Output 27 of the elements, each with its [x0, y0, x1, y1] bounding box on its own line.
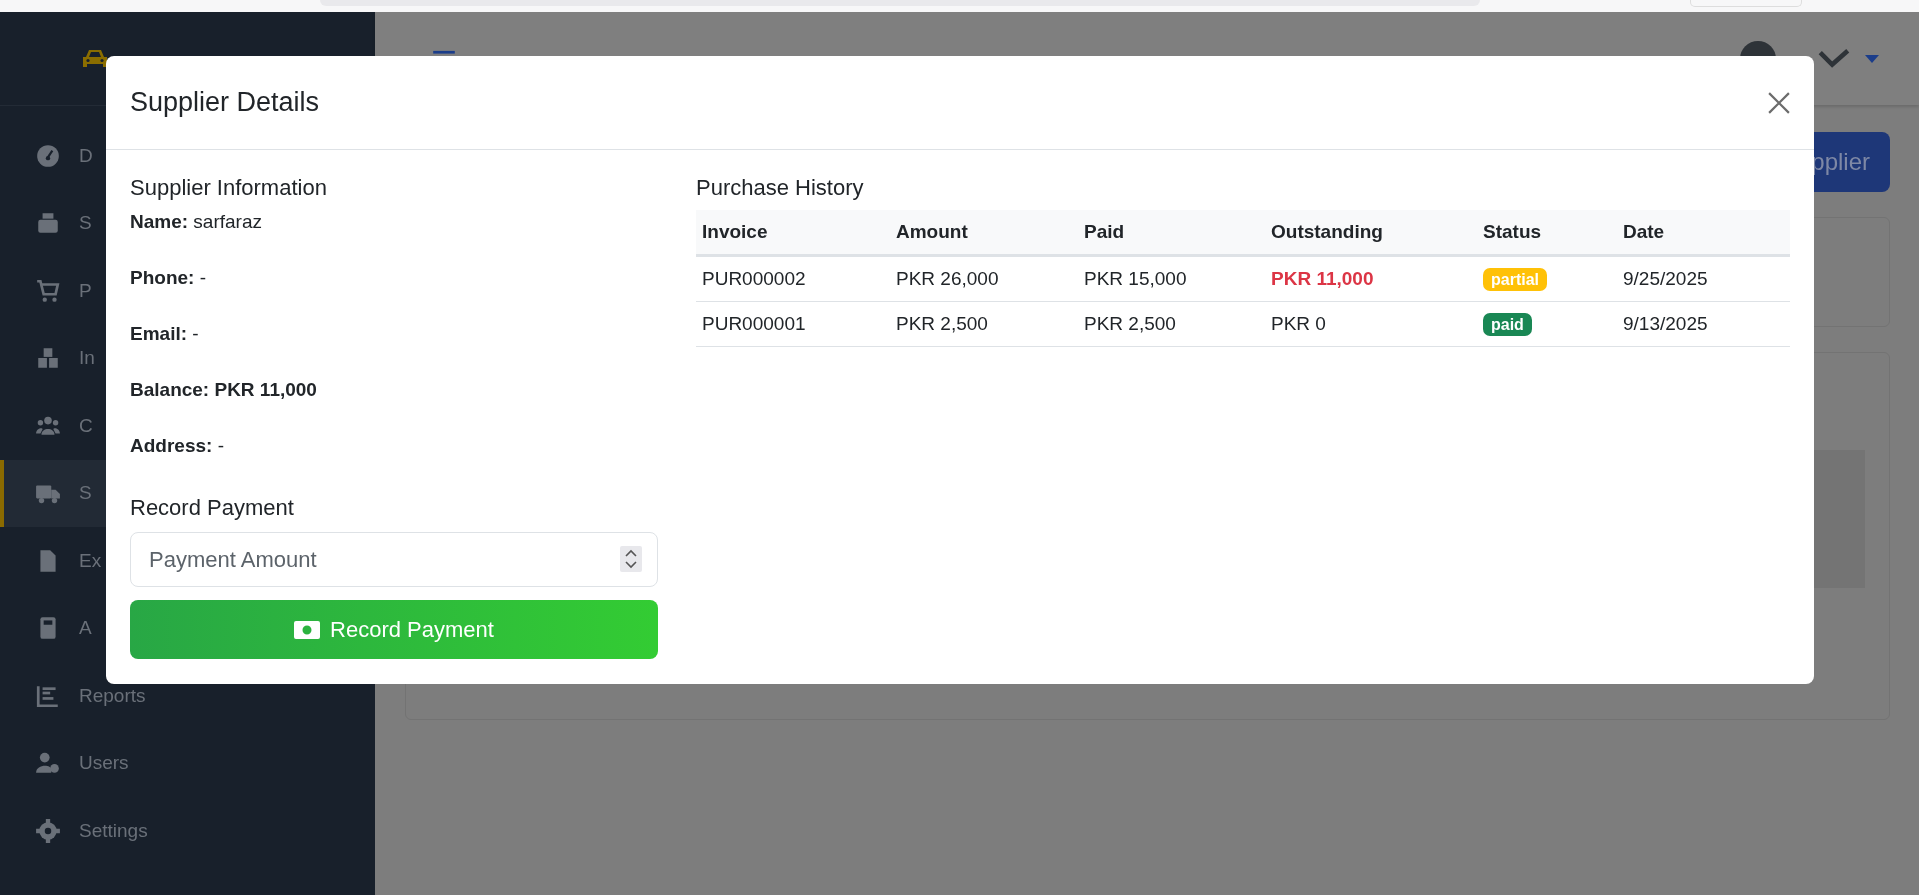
table-cell: PKR 26,000	[896, 268, 999, 289]
section-heading: Supplier Information	[130, 174, 328, 202]
section-heading: Record Payment	[130, 494, 295, 522]
detail-line: Name: sarfaraz	[130, 210, 262, 233]
modal-title: Supplier Details	[130, 87, 320, 118]
column-header: Amount	[890, 210, 1078, 256]
status-badge: partial	[1483, 268, 1547, 291]
detail-line: Address: -	[130, 434, 224, 457]
column-header: Date	[1617, 210, 1790, 256]
column-header: Paid	[1078, 210, 1265, 256]
table-cell: PUR000001	[702, 313, 806, 334]
column-header: Invoice	[696, 210, 890, 256]
detail-line: Balance: PKR 11,000	[130, 378, 317, 401]
table-cell: PUR000002	[702, 268, 806, 289]
table-cell: PKR 15,000	[1084, 268, 1187, 289]
table-cell: PKR 2,500	[896, 313, 988, 334]
section-heading: Purchase History	[696, 174, 865, 202]
detail-line: Email: -	[130, 322, 199, 345]
column-header: Status	[1477, 210, 1617, 256]
status-badge: paid	[1483, 313, 1532, 336]
table-cell: PKR 11,000	[1271, 268, 1374, 289]
table-cell: PKR 0	[1271, 313, 1326, 334]
table-cell: 9/25/2025	[1623, 268, 1708, 289]
table-cell: PKR 2,500	[1084, 313, 1176, 334]
table-cell: 9/13/2025	[1623, 313, 1708, 334]
column-header: Outstanding	[1265, 210, 1477, 256]
detail-line: Phone: -	[130, 266, 206, 289]
